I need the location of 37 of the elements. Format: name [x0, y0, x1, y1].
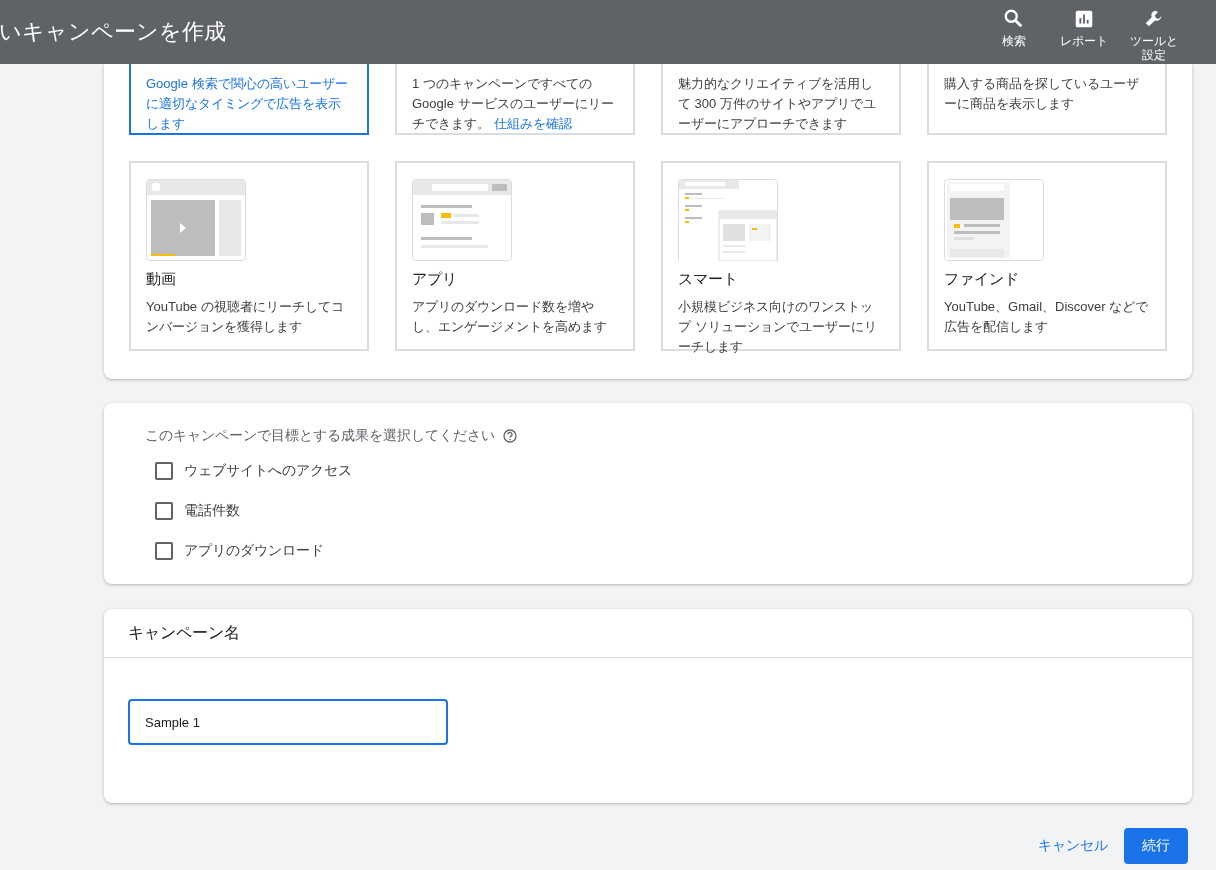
checkbox-label: ウェブサイトへのアクセス: [184, 462, 352, 480]
campaign-type-card[interactable]: 動画 YouTube の視聴者にリーチしてコンバージョンを獲得します: [129, 161, 369, 351]
learn-more-link[interactable]: 仕組みを確認: [493, 116, 572, 131]
campaign-type-card[interactable]: ファインド YouTube、Gmail、Discover などで広告を配信します: [927, 161, 1167, 351]
card-title: アプリ: [412, 269, 458, 289]
checkbox[interactable]: [155, 462, 173, 480]
section-heading: キャンペーン名: [104, 609, 1192, 658]
checkbox-label: アプリのダウンロード: [184, 542, 324, 560]
card-description: YouTube、Gmail、Discover などで広告を配信します: [944, 298, 1150, 336]
tools-button[interactable]: ツールと設定: [1122, 8, 1186, 62]
card-title: 動画: [146, 269, 177, 289]
card-description: 魅力的なクリエイティブを活用して 300 万件のサイトやアプリでユーザーにアプローチできます: [678, 75, 877, 133]
card-title: スマート: [678, 269, 739, 289]
search-icon: [1003, 8, 1025, 30]
campaign-type-card[interactable]: 魅力的なクリエイティブを活用して 300 万件のサイトやアプリでユーザーにアプローチできます: [661, 64, 901, 135]
search-button[interactable]: 検索: [982, 8, 1046, 62]
report-button[interactable]: レポート: [1052, 8, 1116, 62]
continue-button[interactable]: 続行: [1124, 828, 1188, 864]
goal-question: このキャンペーンで目標とする成果を選択してください: [145, 427, 495, 445]
campaign-name-field[interactable]: Sample 1: [128, 699, 448, 745]
help-icon[interactable]: [503, 429, 517, 443]
checkbox[interactable]: [155, 502, 173, 520]
campaign-type-card[interactable]: アプリ アプリのダウンロード数を増やし、エンゲージメントを高めます: [395, 161, 635, 351]
campaign-type-card[interactable]: 購入する商品を探しているユーザーに商品を表示します: [927, 64, 1167, 135]
checkbox[interactable]: [155, 542, 173, 560]
card-description: 購入する商品を探しているユーザーに商品を表示します: [944, 75, 1140, 113]
campaign-type-card[interactable]: 1 つのキャンペーンですべての Google サービスのユーザーにリーチできます。 仕組みを確認: [395, 64, 635, 135]
card-description: 1 つのキャンペーンですべての Google サービスのユーザーにリーチできます。 仕組みを確認: [412, 75, 615, 133]
card-description: Google 検索で関心の高いユーザーに適切なタイミングで広告を表示します: [146, 75, 349, 133]
checkbox-label: 電話件数: [184, 502, 240, 520]
cancel-button[interactable]: キャンセル: [1038, 829, 1108, 863]
campaign-type-card[interactable]: Google 検索で関心の高いユーザーに適切なタイミングで広告を表示します: [129, 64, 369, 135]
bar-chart-icon: [1073, 8, 1095, 30]
card-description: アプリのダウンロード数を増やし、エンゲージメントを高めます: [412, 298, 608, 336]
page-title: いキャンペーンを作成: [0, 18, 226, 46]
card-title: ファインド: [944, 269, 1020, 289]
card-description: YouTube の視聴者にリーチしてコンバージョンを獲得します: [146, 298, 345, 336]
